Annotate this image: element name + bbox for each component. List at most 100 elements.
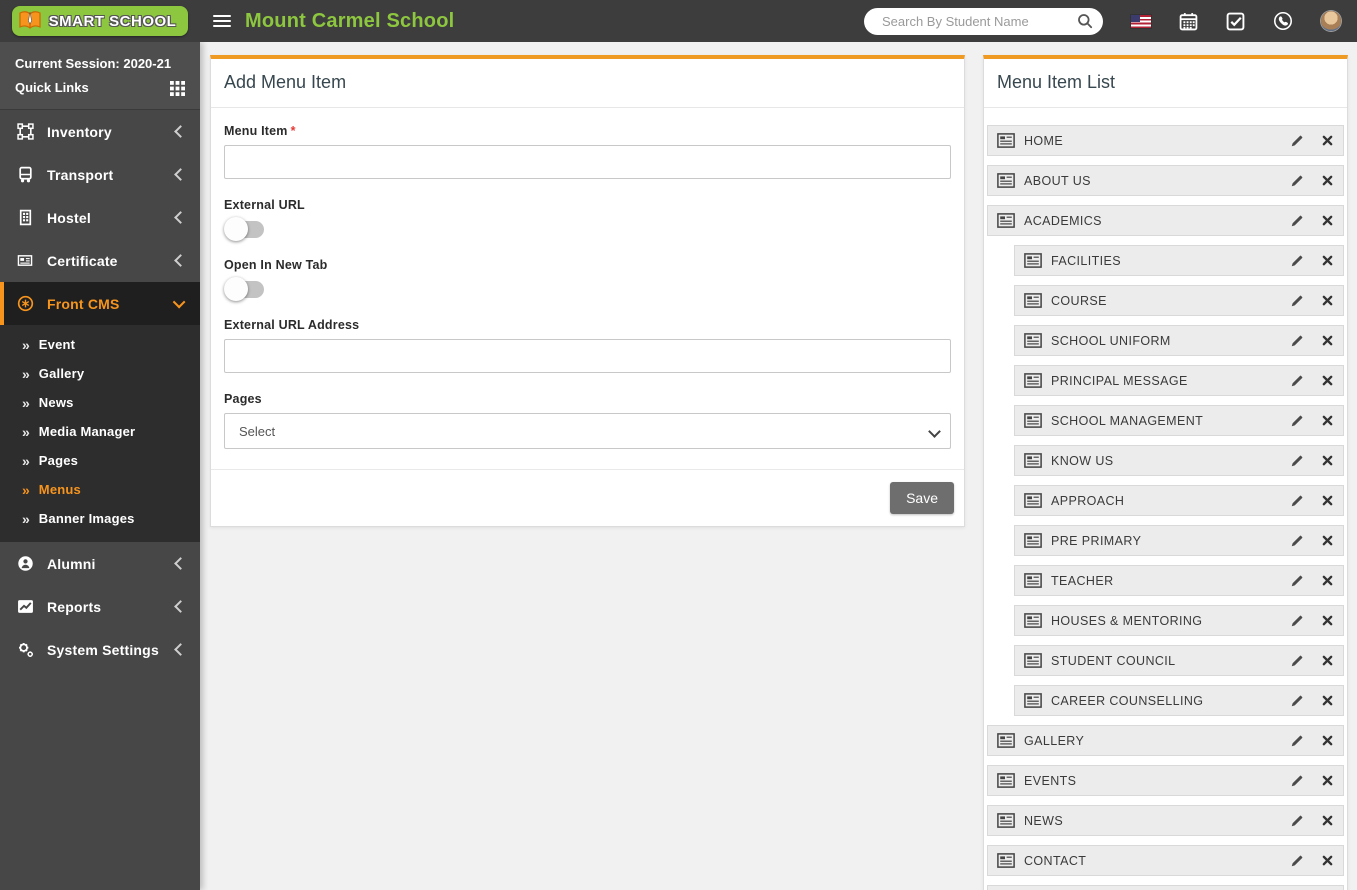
inventory-icon — [15, 123, 35, 140]
delete-x-icon[interactable] — [1322, 335, 1333, 346]
menu-item-row-events: EVENTS — [987, 765, 1344, 796]
edit-pencil-icon[interactable] — [1290, 774, 1304, 788]
language-flag-icon[interactable] — [1131, 14, 1151, 28]
edit-pencil-icon[interactable] — [1290, 334, 1304, 348]
edit-pencil-icon[interactable] — [1290, 254, 1304, 268]
delete-x-icon[interactable] — [1322, 175, 1333, 186]
transport-icon — [15, 166, 35, 183]
edit-pencil-icon[interactable] — [1290, 574, 1304, 588]
pages-select[interactable]: Select — [224, 413, 951, 449]
edit-pencil-icon[interactable] — [1290, 854, 1304, 868]
list-card-icon — [1024, 533, 1042, 548]
sidebar-item-inventory[interactable]: Inventory — [0, 110, 200, 153]
app-window: SMART SCHOOL Mount Carmel School Search … — [0, 0, 1357, 890]
chevron-icon — [174, 643, 187, 656]
school-name-title: Mount Carmel School — [245, 9, 455, 32]
edit-pencil-icon[interactable] — [1290, 534, 1304, 548]
sidebar-toggle-hamburger-icon[interactable] — [213, 12, 231, 30]
delete-x-icon[interactable] — [1322, 615, 1333, 626]
edit-pencil-icon[interactable] — [1290, 814, 1304, 828]
sidebar-item-transport[interactable]: Transport — [0, 153, 200, 196]
menu-item-row-career-counselling: CAREER COUNSELLING — [1014, 685, 1344, 716]
sidebar-item-reports[interactable]: Reports — [0, 585, 200, 628]
double-chevron-icon: » — [22, 423, 30, 440]
delete-x-icon[interactable] — [1322, 215, 1333, 226]
delete-x-icon[interactable] — [1322, 775, 1333, 786]
open-in-new-tab-toggle[interactable] — [224, 277, 264, 301]
delete-x-icon[interactable] — [1322, 535, 1333, 546]
edit-pencil-icon[interactable] — [1290, 134, 1304, 148]
edit-pencil-icon[interactable] — [1290, 454, 1304, 468]
list-card-icon — [997, 133, 1015, 148]
sidebar-subitem-media-manager[interactable]: » Media Manager — [0, 417, 200, 446]
list-card-icon — [1024, 613, 1042, 628]
list-card-icon — [1024, 373, 1042, 388]
sidebar-subitem-news[interactable]: » News — [0, 388, 200, 417]
delete-x-icon[interactable] — [1322, 695, 1333, 706]
edit-pencil-icon[interactable] — [1290, 414, 1304, 428]
sidebar-item-front-cms[interactable]: Front CMS — [0, 282, 200, 325]
delete-x-icon[interactable] — [1322, 655, 1333, 666]
user-avatar[interactable] — [1321, 11, 1341, 31]
edit-pencil-icon[interactable] — [1290, 654, 1304, 668]
menu-item-row-facilities: FACILITIES — [1014, 245, 1344, 276]
edit-pencil-icon[interactable] — [1290, 214, 1304, 228]
sidebar-subitem-gallery[interactable]: » Gallery — [0, 359, 200, 388]
list-card-icon — [1024, 333, 1042, 348]
pages-label: Pages — [224, 392, 262, 406]
sidebar-subitem-pages[interactable]: » Pages — [0, 446, 200, 475]
edit-pencil-icon[interactable] — [1290, 734, 1304, 748]
certificate-icon — [15, 253, 35, 268]
required-asterisk: * — [290, 124, 296, 138]
delete-x-icon[interactable] — [1322, 135, 1333, 146]
delete-x-icon[interactable] — [1322, 455, 1333, 466]
menu-item-row-know-us: KNOW US — [1014, 445, 1344, 476]
delete-x-icon[interactable] — [1322, 815, 1333, 826]
quick-links-grid-icon[interactable] — [170, 80, 185, 96]
edit-pencil-icon[interactable] — [1290, 694, 1304, 708]
sidebar: Current Session: 2020-21 Quick Links Inv… — [0, 42, 200, 890]
list-card-icon — [1024, 493, 1042, 508]
app-logo[interactable]: SMART SCHOOL — [0, 0, 200, 42]
delete-x-icon[interactable] — [1322, 295, 1333, 306]
reports-icon — [15, 598, 35, 615]
edit-pencil-icon[interactable] — [1290, 494, 1304, 508]
delete-x-icon[interactable] — [1322, 255, 1333, 266]
menu-item-row-about-us: ABOUT US — [987, 165, 1344, 196]
calendar-icon[interactable] — [1179, 12, 1198, 31]
menu-item-input[interactable] — [224, 145, 951, 179]
sidebar-item-alumni[interactable]: Alumni — [0, 542, 200, 585]
sidebar-item-system-settings[interactable]: System Settings — [0, 628, 200, 671]
sidebar-item-certificate[interactable]: Certificate — [0, 239, 200, 282]
edit-pencil-icon[interactable] — [1290, 174, 1304, 188]
edit-pencil-icon[interactable] — [1290, 374, 1304, 388]
delete-x-icon[interactable] — [1322, 375, 1333, 386]
main-content: Add Menu Item Menu Item * External URL Op… — [200, 42, 1357, 890]
hostel-icon — [15, 209, 35, 226]
sidebar-subitem-menus[interactable]: » Menus — [0, 475, 200, 504]
delete-x-icon[interactable] — [1322, 495, 1333, 506]
menu-item-label: Menu Item * — [224, 124, 296, 138]
delete-x-icon[interactable] — [1322, 575, 1333, 586]
save-button[interactable]: Save — [890, 482, 954, 514]
search-icon[interactable] — [1077, 13, 1093, 29]
delete-x-icon[interactable] — [1322, 735, 1333, 746]
task-check-icon[interactable] — [1226, 12, 1245, 31]
menu-item-row-houses-mentoring: HOUSES & MENTORING — [1014, 605, 1344, 636]
edit-pencil-icon[interactable] — [1290, 614, 1304, 628]
sidebar-item-hostel[interactable]: Hostel — [0, 196, 200, 239]
search-input[interactable] — [880, 12, 1077, 30]
whatsapp-icon[interactable] — [1273, 11, 1293, 31]
menu-item-row-teacher: TEACHER — [1014, 565, 1344, 596]
list-card-icon — [997, 773, 1015, 788]
sidebar-subitem-event[interactable]: » Event — [0, 330, 200, 359]
list-card-icon — [1024, 693, 1042, 708]
double-chevron-icon: » — [22, 394, 30, 411]
chevron-icon — [174, 557, 187, 570]
external-url-toggle[interactable] — [224, 217, 264, 241]
delete-x-icon[interactable] — [1322, 415, 1333, 426]
edit-pencil-icon[interactable] — [1290, 294, 1304, 308]
sidebar-subitem-banner-images[interactable]: » Banner Images — [0, 504, 200, 533]
external-url-address-input[interactable] — [224, 339, 951, 373]
delete-x-icon[interactable] — [1322, 855, 1333, 866]
